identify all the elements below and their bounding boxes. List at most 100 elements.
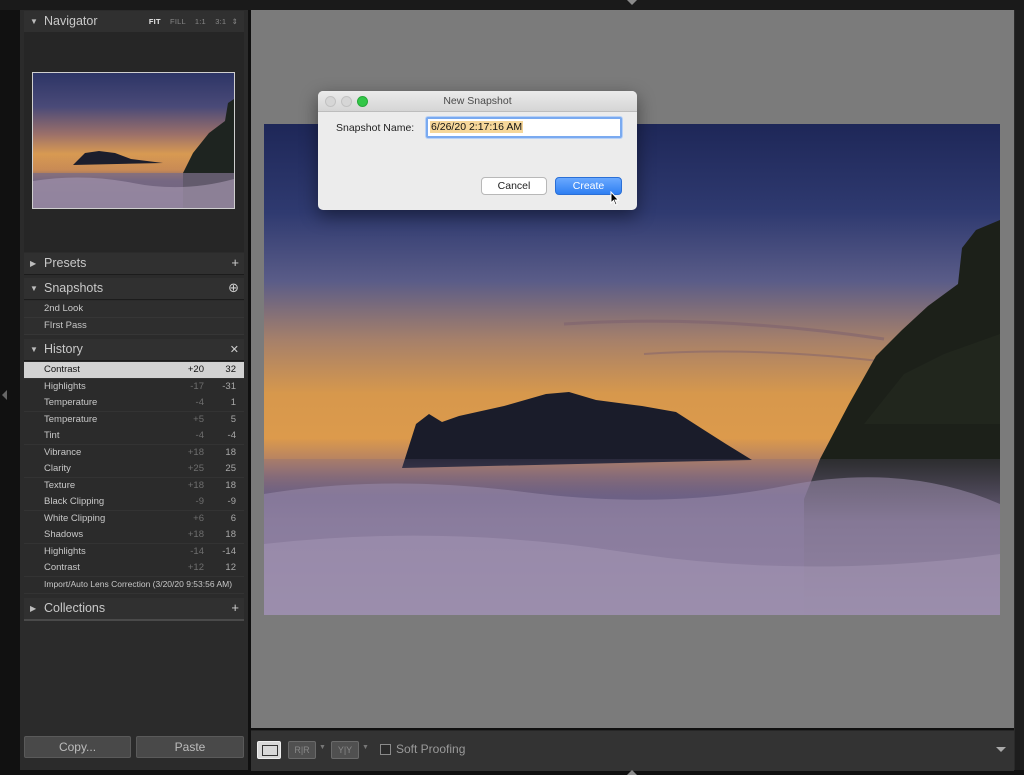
zoom-3-1-option[interactable]: 3:1 (215, 17, 226, 26)
history-step-label: Highlights (44, 380, 86, 392)
history-step-label: White Clipping (44, 512, 106, 524)
navigator-thumbnail[interactable] (32, 72, 235, 209)
left-panel: ▼ Navigator FIT FILL 1:1 3:1 ⇕ ▶ Presets… (20, 10, 248, 770)
history-row[interactable]: Highlights -14 -14 (24, 543, 244, 561)
history-title: History (44, 342, 83, 356)
navigator-landscape-image (33, 73, 234, 208)
before-after-top-bottom-button[interactable]: Y|Y (331, 741, 359, 759)
new-snapshot-dialog: New Snapshot Snapshot Name: 6/26/20 2:17… (318, 91, 637, 210)
history-row[interactable]: White Clipping +6 6 (24, 510, 244, 528)
snapshot-item[interactable]: FIrst Pass (24, 318, 244, 335)
history-row[interactable]: Texture +18 18 (24, 477, 244, 495)
history-step-value: -9 (227, 496, 236, 507)
history-row[interactable]: Contrast +12 12 (24, 560, 244, 577)
soft-proofing-checkbox[interactable] (380, 744, 391, 755)
snapshot-name-input[interactable]: 6/26/20 2:17:16 AM (426, 117, 622, 138)
clear-history-icon[interactable]: ✕ (230, 343, 239, 356)
expand-triangle-icon[interactable]: ▶ (30, 604, 36, 613)
history-row[interactable]: Black Clipping -9 -9 (24, 494, 244, 511)
add-snapshot-icon[interactable]: ⊕ (228, 280, 239, 296)
top-panel-toggle-icon[interactable] (627, 0, 637, 5)
zoom-1-1-option[interactable]: 1:1 (195, 17, 206, 26)
history-step-label: Clarity (44, 463, 71, 474)
history-step-change: -4 (195, 397, 204, 408)
history-step-value: 18 (225, 446, 236, 458)
history-step-value: 6 (230, 512, 236, 524)
collapse-triangle-icon[interactable]: ▼ (30, 17, 38, 26)
mouse-pointer-icon (610, 191, 620, 206)
dropdown-arrow-icon[interactable]: ▼ (319, 744, 326, 751)
history-step-label: Contrast (44, 562, 80, 573)
navigator-preview-area[interactable] (24, 32, 244, 252)
snapshot-label: 2nd Look (44, 303, 84, 314)
snapshots-header[interactable]: ▼ Snapshots ⊕ (24, 278, 244, 300)
right-panel-edge (1014, 10, 1024, 770)
history-step-label: Vibrance (44, 446, 82, 458)
history-step-value: 18 (225, 529, 236, 540)
history-step-value: 32 (225, 364, 236, 375)
history-step-change: -17 (190, 380, 204, 392)
history-row[interactable]: Vibrance +18 18 (24, 444, 244, 462)
navigator-title: Navigator (44, 14, 98, 28)
history-step-change: -14 (190, 545, 204, 557)
loupe-frame-icon (262, 745, 278, 756)
history-step-change: +20 (187, 364, 204, 375)
zoom-dropdown-icon[interactable]: ⇕ (232, 17, 238, 26)
paste-button[interactable]: Paste (136, 736, 244, 758)
left-panel-toggle-icon[interactable] (2, 390, 7, 400)
history-step-change: -4 (195, 430, 204, 441)
history-step-change: +18 (187, 529, 204, 540)
navigator-header[interactable]: ▼ Navigator FIT FILL 1:1 3:1 ⇕ (24, 11, 244, 33)
copy-paste-bar: Copy... Paste (24, 734, 244, 760)
copy-button[interactable]: Copy... (24, 736, 131, 758)
history-step-label: Contrast (44, 364, 80, 375)
history-row[interactable]: Import/Auto Lens Correction (3/20/20 9:5… (24, 576, 244, 594)
toolbar-options-dropdown-icon[interactable] (996, 747, 1006, 752)
add-preset-icon[interactable]: + (231, 255, 239, 270)
dialog-title: New Snapshot (443, 95, 512, 107)
history-row[interactable]: Temperature +5 5 (24, 411, 244, 429)
navigator-zoom-modes: FIT FILL 1:1 3:1 ⇕ (142, 17, 238, 26)
history-step-change: +18 (187, 446, 204, 458)
expand-triangle-icon[interactable]: ▶ (30, 259, 36, 268)
collections-header[interactable]: ▶ Collections + (24, 598, 244, 621)
history-row[interactable]: Shadows +18 18 (24, 527, 244, 544)
presets-title: Presets (44, 256, 87, 270)
snapshot-item[interactable]: 2nd Look (24, 301, 244, 318)
history-step-label: Temperature (44, 413, 98, 425)
before-after-left-right-button[interactable]: R|R (288, 741, 316, 759)
history-row[interactable]: Highlights -17 -31 (24, 378, 244, 396)
snapshots-title: Snapshots (44, 281, 104, 295)
history-step-label: Import/Auto Lens Correction (3/20/20 9:5… (44, 578, 233, 589)
history-step-change: +25 (187, 463, 204, 474)
history-step-value: -4 (227, 430, 236, 441)
history-step-label: Tint (44, 430, 60, 441)
history-step-change: -9 (195, 496, 204, 507)
history-step-change: +18 (187, 479, 204, 491)
history-step-change: +6 (193, 512, 204, 524)
history-row[interactable]: Clarity +25 25 (24, 461, 244, 478)
loupe-view-icon[interactable] (257, 741, 281, 759)
history-row[interactable]: Tint -4 -4 (24, 428, 244, 445)
history-step-value: 25 (225, 463, 236, 474)
collapse-triangle-icon[interactable]: ▼ (30, 284, 38, 293)
collapse-triangle-icon[interactable]: ▼ (30, 345, 38, 354)
history-step-change: +12 (187, 562, 204, 573)
history-step-value: 1 (230, 397, 236, 408)
add-collection-icon[interactable]: + (231, 600, 239, 615)
history-row[interactable]: Temperature -4 1 (24, 395, 244, 412)
history-header[interactable]: ▼ History ✕ (24, 339, 244, 361)
collections-title: Collections (44, 601, 106, 615)
filmstrip-toggle-icon[interactable] (627, 770, 637, 775)
soft-proofing-label: Soft Proofing (396, 742, 466, 756)
dialog-titlebar[interactable]: New Snapshot (318, 91, 637, 112)
presets-header[interactable]: ▶ Presets + (24, 253, 244, 275)
zoom-fit-option[interactable]: FIT (149, 17, 161, 26)
history-step-value: -31 (222, 380, 236, 392)
history-step-value: -14 (222, 545, 236, 557)
zoom-fill-option[interactable]: FILL (170, 17, 186, 26)
history-row[interactable]: Contrast +20 32 (24, 362, 244, 379)
cancel-button[interactable]: Cancel (481, 177, 547, 195)
dropdown-arrow-icon[interactable]: ▼ (362, 744, 369, 751)
develop-toolbar: R|R ▼ Y|Y ▼ Soft Proofing (251, 730, 1014, 771)
